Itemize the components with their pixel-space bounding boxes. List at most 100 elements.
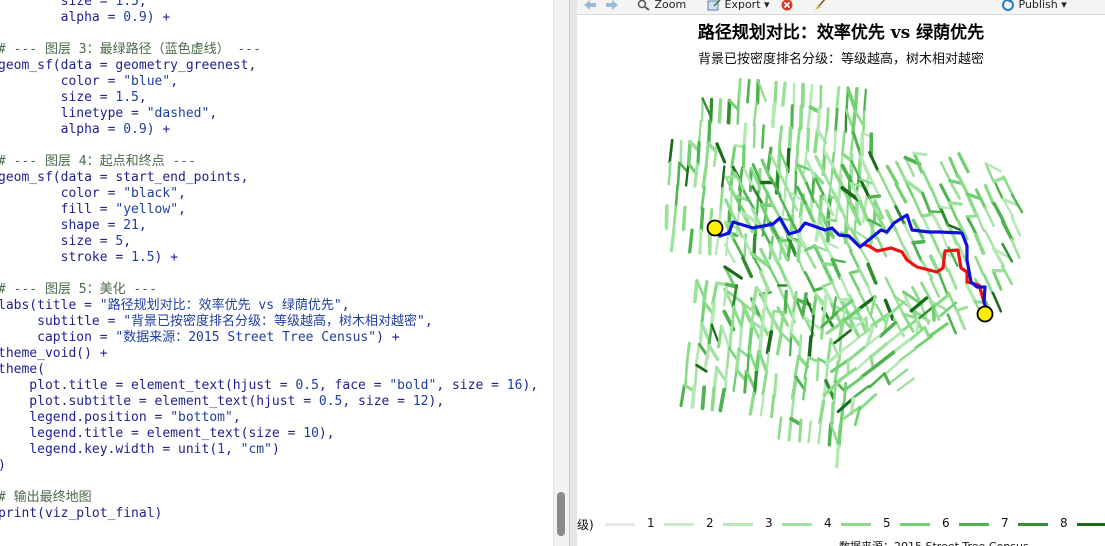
- street-segment: [1001, 242, 1014, 263]
- street-segment: [752, 101, 758, 126]
- street-segment: [912, 196, 924, 218]
- street-segment: [822, 129, 828, 154]
- street-segment: [757, 349, 769, 374]
- street-segment: [800, 292, 808, 317]
- street-segment: [736, 100, 740, 125]
- street-segment: [947, 268, 958, 290]
- street-segment: [704, 141, 710, 167]
- street-segment: [947, 201, 963, 206]
- street-segment: [759, 393, 766, 417]
- street-segment: [857, 267, 870, 289]
- street-segment: [929, 322, 949, 337]
- street-segment: [726, 98, 732, 125]
- street-segment: [790, 104, 794, 130]
- street-segment: [992, 201, 1006, 223]
- street-segment: [794, 170, 798, 196]
- street-segment: [694, 343, 701, 367]
- code-line: size = 1.5,: [0, 0, 147, 9]
- street-segment: [898, 347, 917, 362]
- street-segment: [867, 194, 882, 200]
- density-legend: 级) 1 2 3 4 5 6 7 8: [577, 514, 1105, 534]
- street-segment: [938, 205, 950, 228]
- editor-scrollbar-thumb[interactable]: [557, 492, 565, 536]
- street-segment: [853, 87, 859, 113]
- street-segment: [948, 201, 960, 223]
- street-segment: [775, 331, 784, 356]
- street-segment: [712, 142, 719, 168]
- street-segment: [700, 301, 706, 326]
- legend-label: 6: [942, 516, 950, 530]
- street-segment: [827, 421, 833, 447]
- code-line: alpha = 0.9) +: [0, 10, 171, 25]
- street-segment: [722, 282, 729, 307]
- code-line: legend.position = "bottom",: [0, 410, 241, 425]
- street-segment: [800, 82, 806, 109]
- street-segment: [993, 179, 1004, 201]
- street-segment: [891, 338, 911, 355]
- street-segment: [818, 399, 826, 425]
- street-segment: [955, 308, 967, 331]
- street-segment: [851, 131, 863, 157]
- street-segment: [730, 143, 737, 169]
- street-segment: [690, 384, 697, 409]
- plot-viewer: Zoom Export ▾ Publish ▾ 路径规划对比：效率优先 vs 绿…: [577, 0, 1105, 546]
- street-segment: [693, 364, 699, 388]
- code-text[interactable]: size = 1.5, alpha = 0.9) + # --- 图层 3：最绿路…: [0, 0, 538, 522]
- legend-label: 8: [1060, 516, 1068, 530]
- street-segment: [835, 444, 840, 469]
- street-segment: [709, 97, 714, 123]
- street-segment: [915, 317, 920, 336]
- street-segment: [878, 321, 897, 338]
- street-segment: [701, 163, 709, 189]
- street-segment: [911, 239, 926, 245]
- street-segment: [864, 316, 870, 333]
- code-line: ): [0, 458, 538, 474]
- street-segment: [773, 80, 778, 106]
- street-segment: [939, 161, 952, 182]
- street-segment: [1000, 264, 1013, 286]
- street-segment: [813, 128, 820, 154]
- editor-scrollbar[interactable]: [553, 0, 569, 546]
- end-point: [976, 305, 994, 323]
- code-line: print(viz_plot_final): [0, 506, 163, 521]
- street-segment: [932, 292, 951, 309]
- code-line: theme_void() +: [0, 346, 108, 361]
- street-segment: [758, 270, 771, 292]
- street-segment: [744, 369, 757, 390]
- code-line: linetype = "dashed",: [0, 106, 218, 121]
- street-segment: [787, 417, 793, 442]
- street-segment: [991, 291, 1003, 313]
- street-segment: [763, 287, 768, 312]
- street-segment: [724, 367, 729, 392]
- street-segment: [826, 337, 833, 362]
- street-segment: [929, 277, 941, 298]
- street-segment: [798, 334, 803, 358]
- street-segment: [882, 372, 891, 386]
- street-segment: [983, 183, 995, 206]
- street-segment: [710, 386, 716, 412]
- street-segment: [701, 280, 709, 305]
- street-segment: [718, 387, 727, 413]
- street-segment: [957, 152, 970, 174]
- street-segment: [676, 161, 681, 187]
- street-segment: [836, 423, 843, 448]
- street-segment: [780, 331, 792, 344]
- street-segment: [911, 241, 923, 263]
- street-segment: [948, 156, 960, 179]
- street-segment: [794, 148, 800, 174]
- street-segment: [858, 155, 871, 177]
- street-segment: [777, 125, 784, 151]
- street-segment: [748, 391, 756, 416]
- street-segment: [715, 366, 727, 382]
- street-segment: [743, 369, 748, 394]
- street-segment: [790, 375, 798, 400]
- street-segment: [794, 375, 807, 392]
- code-editor[interactable]: size = 1.5, alpha = 0.9) + # --- 图层 3：最绿路…: [0, 0, 553, 546]
- street-segment: [692, 278, 699, 304]
- legend-title: 级): [577, 518, 594, 532]
- street-segment: [697, 119, 703, 144]
- legend-label: 2: [706, 516, 714, 530]
- street-segment: [834, 107, 839, 133]
- street-segment: [737, 78, 742, 103]
